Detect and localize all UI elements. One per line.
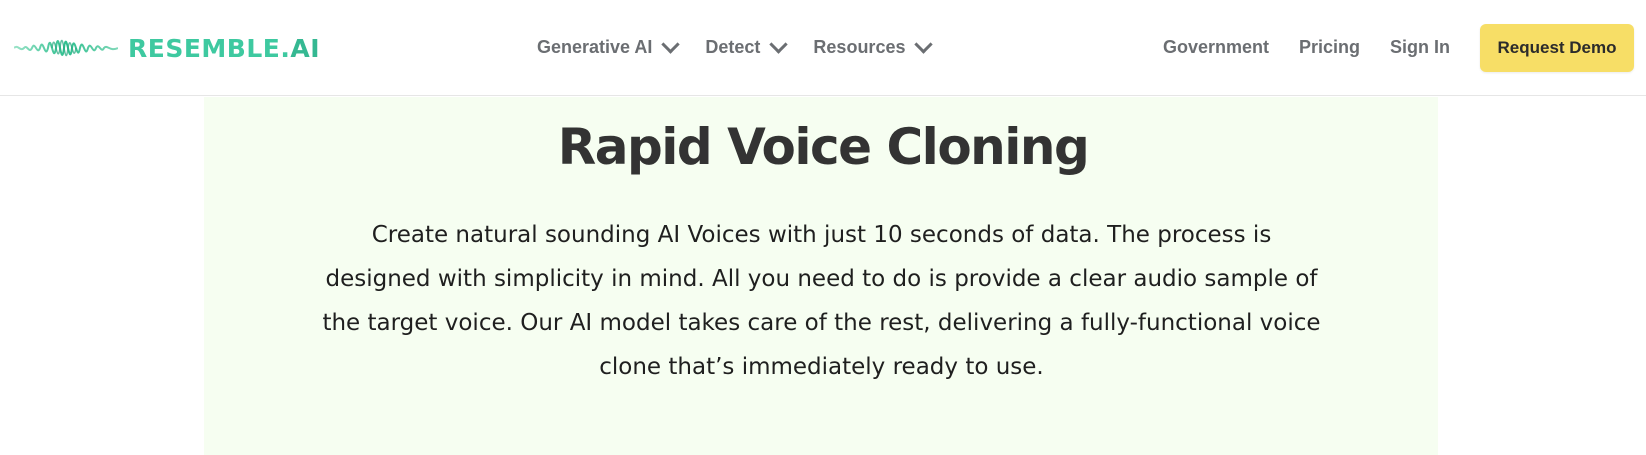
nav-right-links: Government Pricing Sign In Request Demo xyxy=(1163,0,1646,95)
menu-item-resources[interactable]: Resources xyxy=(813,35,934,58)
top-navigation-bar: RESEMBLE.AI Generative AI Detect Resourc… xyxy=(0,0,1646,96)
menu-item-detect[interactable]: Detect xyxy=(705,35,789,58)
resemble-ai-logo[interactable]: RESEMBLE.AI xyxy=(14,18,320,78)
menu-item-label: Detect xyxy=(705,37,761,57)
menu-item-generative-ai[interactable]: Generative AI xyxy=(537,35,681,58)
waveform-logo-icon xyxy=(14,39,118,57)
menu-item-label: Generative AI xyxy=(537,37,653,57)
chevron-down-icon xyxy=(769,35,789,54)
pricing-link[interactable]: Pricing xyxy=(1299,37,1360,58)
chevron-down-icon xyxy=(914,35,934,54)
government-link[interactable]: Government xyxy=(1163,37,1269,58)
page-title: Rapid Voice Cloning xyxy=(557,118,1090,176)
main-menu: Generative AI Detect Resources xyxy=(537,0,958,95)
hero-description: Create natural sounding AI Voices with j… xyxy=(322,222,1321,380)
menu-item-label: Resources xyxy=(813,37,906,57)
logo-wordmark-suffix: AI xyxy=(290,33,321,63)
sign-in-link[interactable]: Sign In xyxy=(1390,37,1450,58)
logo-wordmark-main: RESEMBLE. xyxy=(128,33,291,63)
request-demo-button[interactable]: Request Demo xyxy=(1480,23,1634,72)
logo-wordmark: RESEMBLE.AI xyxy=(128,34,320,63)
chevron-down-icon xyxy=(661,35,681,54)
